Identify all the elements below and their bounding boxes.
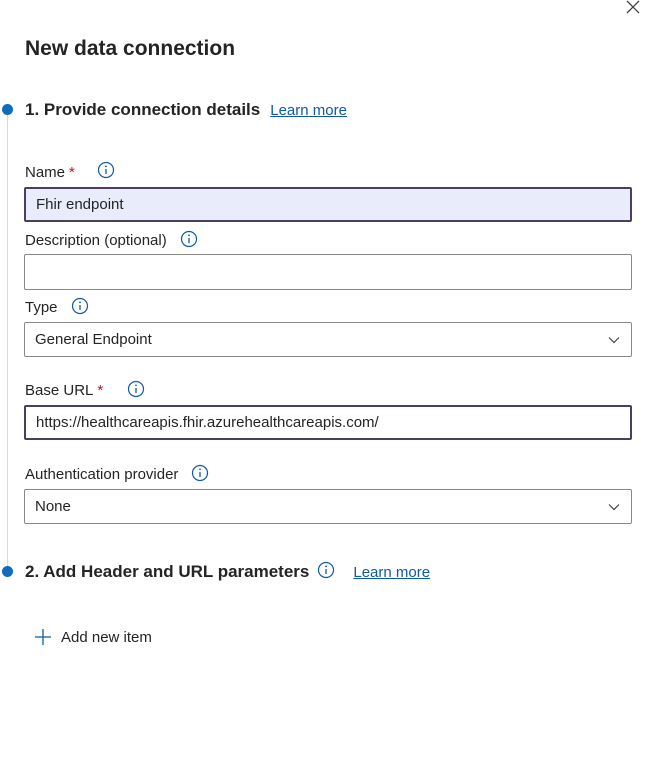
base-url-input[interactable]: https://healthcareapis.fhir.azurehealthc…	[24, 405, 632, 440]
type-selected-value: General Endpoint	[35, 331, 152, 348]
step-1-title: 1. Provide connection details	[25, 100, 261, 119]
chevron-down-icon	[607, 500, 621, 514]
required-mark: *	[97, 381, 104, 399]
close-icon[interactable]	[624, 0, 642, 16]
info-icon[interactable]	[180, 230, 198, 248]
add-new-item-button[interactable]: Add new item	[34, 628, 152, 646]
description-input[interactable]	[24, 254, 632, 290]
name-label: Name *	[25, 161, 115, 182]
step-2-title: 2. Add Header and URL parameters	[25, 562, 310, 581]
info-icon[interactable]	[191, 464, 209, 482]
type-label-text: Type	[25, 298, 58, 316]
plus-icon	[35, 629, 51, 645]
step-rail	[7, 110, 8, 572]
description-label: Description (optional)	[25, 230, 198, 250]
base-url-label-text: Base URL	[25, 381, 94, 399]
auth-provider-label: Authentication provider	[25, 464, 209, 484]
type-dropdown[interactable]: General Endpoint	[24, 322, 632, 357]
panel-title: New data connection	[25, 37, 236, 60]
step-1-learn-more-link[interactable]: Learn more	[270, 102, 347, 119]
step-2-heading: 2. Add Header and URL parameters Learn m…	[25, 560, 430, 584]
info-icon[interactable]	[71, 297, 89, 315]
info-icon[interactable]	[127, 380, 145, 398]
add-new-item-label: Add new item	[61, 628, 152, 646]
name-label-text: Name	[25, 163, 66, 181]
description-label-text: Description (optional)	[25, 231, 167, 249]
name-input[interactable]: Fhir endpoint	[24, 187, 632, 222]
auth-provider-dropdown[interactable]: None	[24, 489, 632, 524]
type-label: Type	[25, 297, 89, 317]
auth-provider-label-text: Authentication provider	[25, 465, 179, 483]
new-data-connection-panel: New data connection 1. Provide connectio…	[0, 0, 648, 781]
info-icon[interactable]	[317, 561, 335, 579]
step-1-indicator	[2, 104, 13, 115]
required-mark: *	[69, 163, 75, 181]
info-icon[interactable]	[97, 161, 115, 179]
step-2-indicator	[2, 566, 13, 577]
step-2-learn-more-link[interactable]: Learn more	[353, 564, 430, 581]
close-button[interactable]	[624, 0, 642, 16]
chevron-down-icon	[607, 333, 621, 347]
auth-provider-selected-value: None	[35, 498, 71, 515]
step-1-heading: 1. Provide connection details Learn more	[25, 98, 347, 122]
base-url-label: Base URL *	[25, 380, 145, 400]
